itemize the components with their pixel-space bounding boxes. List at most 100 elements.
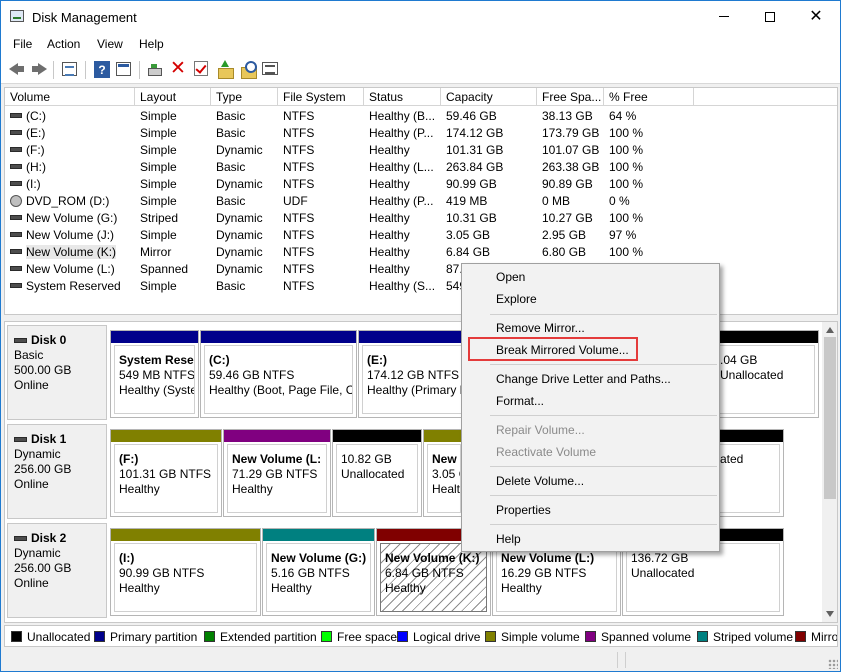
menu-item-properties[interactable]: Properties bbox=[464, 499, 717, 521]
resize-grip-icon[interactable] bbox=[828, 659, 838, 669]
maximize-button[interactable] bbox=[747, 1, 793, 33]
partition-size: 10.82 GB bbox=[341, 452, 392, 466]
column-header-volume[interactable]: Volume bbox=[5, 88, 135, 106]
console-tree-icon[interactable] bbox=[62, 62, 77, 76]
panel-icon[interactable] bbox=[116, 62, 131, 76]
pct-cell: 0 % bbox=[609, 194, 630, 208]
partition-block[interactable]: .04 GB Unallocated bbox=[711, 330, 819, 418]
column-header-percent-free[interactable]: % Free bbox=[604, 88, 694, 106]
partition-size: 71.29 GB NTFS bbox=[232, 467, 318, 481]
partition-bar bbox=[224, 430, 330, 442]
table-row[interactable]: (C:) Simple Basic NTFS Healthy (B... 59.… bbox=[5, 107, 837, 124]
table-row[interactable]: New Volume (G:) Striped Dynamic NTFS Hea… bbox=[5, 209, 837, 226]
volume-cell: New Volume (G:) bbox=[5, 210, 135, 226]
table-row[interactable]: (H:) Simple Basic NTFS Healthy (L... 263… bbox=[5, 158, 837, 175]
partition-size: 174.12 GB NTFS bbox=[367, 368, 460, 382]
column-header-capacity[interactable]: Capacity bbox=[441, 88, 537, 106]
partition-block[interactable]: (F:) 101.31 GB NTFS Healthy bbox=[110, 429, 222, 517]
pct-cell: 100 % bbox=[609, 160, 644, 174]
menu-action[interactable]: Action bbox=[47, 37, 80, 51]
partition-body: (E:) 174.12 GB NTFS Healthy (Primary P bbox=[362, 345, 462, 414]
type-cell: Basic bbox=[216, 126, 246, 140]
column-header-file-system[interactable]: File System bbox=[278, 88, 364, 106]
type-cell: Dynamic bbox=[216, 177, 263, 191]
legend-swatch bbox=[397, 631, 408, 643]
status-cell: Healthy (S... bbox=[369, 279, 436, 293]
partition-status: Healthy bbox=[271, 581, 312, 595]
table-row[interactable]: New Volume (J:) Simple Dynamic NTFS Heal… bbox=[5, 226, 837, 243]
disk-icon bbox=[14, 536, 27, 542]
legend-swatch bbox=[697, 631, 708, 643]
partition-status: Healthy bbox=[501, 581, 542, 595]
connect-icon[interactable] bbox=[146, 60, 164, 78]
partition-block[interactable]: ated bbox=[711, 429, 784, 517]
help-icon[interactable]: ? bbox=[94, 61, 110, 78]
capacity-cell: 3.05 GB bbox=[446, 228, 491, 242]
pct-cell: 100 % bbox=[609, 245, 644, 259]
menu-item-remove-mirror[interactable]: Remove Mirror... bbox=[464, 317, 717, 339]
disk-state: Online bbox=[14, 477, 49, 491]
volume-cell: (H:) bbox=[5, 159, 135, 175]
vertical-scrollbar[interactable] bbox=[822, 322, 837, 622]
scroll-thumb[interactable] bbox=[824, 337, 836, 499]
volume-cell: New Volume (L:) bbox=[5, 261, 135, 277]
disk-info[interactable]: Disk 0 Basic 500.00 GB Online bbox=[7, 325, 107, 420]
table-row[interactable]: (F:) Simple Dynamic NTFS Healthy 101.31 … bbox=[5, 141, 837, 158]
menu-item-help[interactable]: Help bbox=[464, 528, 717, 550]
partition-block[interactable]: (I:) 90.99 GB NTFS Healthy bbox=[110, 528, 261, 616]
menu-help[interactable]: Help bbox=[139, 37, 164, 51]
partition-block[interactable]: New Volume (G:) 5.16 GB NTFS Healthy bbox=[262, 528, 375, 616]
check-icon[interactable] bbox=[194, 61, 208, 76]
legend-item: Unallocated bbox=[11, 630, 90, 644]
table-row-selected[interactable]: New Volume (K:) Mirror Dynamic NTFS Heal… bbox=[5, 243, 837, 260]
partition-block[interactable]: New Volume (L: 71.29 GB NTFS Healthy bbox=[223, 429, 331, 517]
menu-file[interactable]: File bbox=[13, 37, 32, 51]
search-icon[interactable] bbox=[239, 60, 257, 79]
column-header-layout[interactable]: Layout bbox=[135, 88, 211, 106]
column-header-free-space[interactable]: Free Spa... bbox=[537, 88, 604, 106]
partition-status: Healthy bbox=[232, 482, 273, 496]
menu-view[interactable]: View bbox=[97, 37, 123, 51]
table-row[interactable]: (I:) Simple Dynamic NTFS Healthy 90.99 G… bbox=[5, 175, 837, 192]
menu-item-open[interactable]: Open bbox=[464, 266, 717, 288]
table-row[interactable]: DVD_ROM (D:) Simple Basic UDF Healthy (P… bbox=[5, 192, 837, 209]
capacity-cell: 419 MB bbox=[446, 194, 488, 208]
partition-block[interactable]: 10.82 GB Unallocated bbox=[332, 429, 422, 517]
close-button[interactable]: ✕ bbox=[793, 1, 839, 33]
free-cell: 101.07 GB bbox=[542, 143, 600, 157]
table-row[interactable]: (E:) Simple Basic NTFS Healthy (P... 174… bbox=[5, 124, 837, 141]
partition-block[interactable]: New V 3.05 G Healt bbox=[423, 429, 465, 517]
partition-block[interactable]: System Reser 549 MB NTFS Healthy (Syste bbox=[110, 330, 199, 418]
partition-title: New Volume (G:) bbox=[271, 551, 367, 565]
scroll-up-icon[interactable] bbox=[826, 327, 834, 333]
menu-item-delete-volume[interactable]: Delete Volume... bbox=[464, 470, 717, 492]
minimize-button[interactable] bbox=[701, 1, 747, 33]
partition-bar bbox=[333, 430, 421, 442]
partition-block[interactable]: (C:) 59.46 GB NTFS Healthy (Boot, Page F… bbox=[200, 330, 357, 418]
column-header-status[interactable]: Status bbox=[364, 88, 441, 106]
type-cell: Dynamic bbox=[216, 143, 263, 157]
delete-icon[interactable]: ✕ bbox=[169, 59, 187, 78]
partition-title: New V bbox=[432, 452, 460, 466]
column-header-type[interactable]: Type bbox=[211, 88, 278, 106]
scroll-down-icon[interactable] bbox=[826, 611, 834, 617]
back-icon[interactable] bbox=[8, 60, 26, 78]
menu-item-explore[interactable]: Explore bbox=[464, 288, 717, 310]
disk-info[interactable]: Disk 2 Dynamic 256.00 GB Online bbox=[7, 523, 107, 618]
dvd-icon bbox=[10, 194, 22, 207]
partition-block[interactable]: (E:) 174.12 GB NTFS Healthy (Primary P bbox=[358, 330, 466, 418]
menu-item-change-drive-letter[interactable]: Change Drive Letter and Paths... bbox=[464, 368, 717, 390]
drive-icon bbox=[10, 215, 22, 221]
folder-up-icon[interactable] bbox=[216, 60, 234, 79]
type-cell: Dynamic bbox=[216, 262, 263, 276]
partition-status: Unallocated bbox=[341, 467, 405, 481]
disk-info[interactable]: Disk 1 Dynamic 256.00 GB Online bbox=[7, 424, 107, 519]
close-icon: ✕ bbox=[809, 8, 823, 25]
menu-item-format[interactable]: Format... bbox=[464, 390, 717, 412]
properties-icon[interactable] bbox=[262, 62, 278, 75]
pct-cell: 100 % bbox=[609, 143, 644, 157]
pct-cell: 97 % bbox=[609, 228, 637, 242]
volume-cell: System Reserved bbox=[5, 278, 135, 294]
forward-icon[interactable] bbox=[30, 60, 48, 78]
partition-size: 16.29 GB NTFS bbox=[501, 566, 587, 580]
